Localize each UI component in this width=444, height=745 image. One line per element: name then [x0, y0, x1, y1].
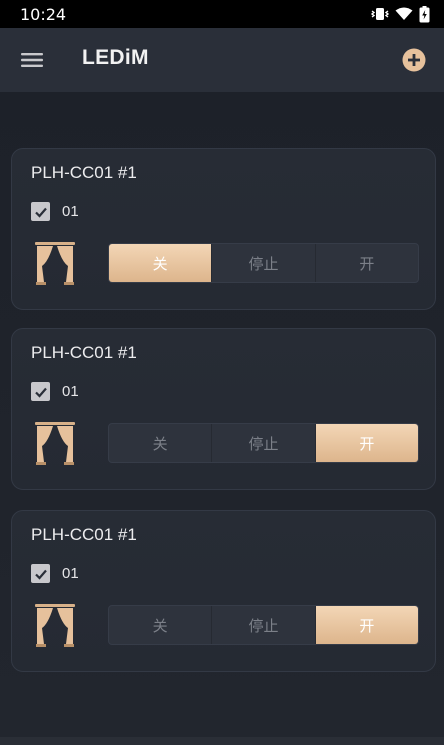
menu-button[interactable] [18, 48, 46, 72]
open-button[interactable]: 开 [315, 424, 418, 462]
navigation-bar [0, 737, 444, 745]
stop-button[interactable]: 停止 [212, 606, 316, 644]
curtain-card: PLH-CC01 #1 01 关 停止 开 [11, 148, 436, 310]
curtain-card: PLH-CC01 #1 01 关 停止 开 [11, 328, 436, 490]
channel-checkbox[interactable] [31, 382, 50, 401]
channel-row: 01 [31, 564, 79, 583]
checkmark-icon [34, 207, 47, 218]
hamburger-icon [21, 53, 43, 67]
curtain-icon [35, 604, 75, 647]
status-bar: 10:24 [0, 0, 444, 28]
status-icons [371, 5, 430, 23]
control-segment: 关 停止 开 [108, 605, 419, 645]
channel-label: 01 [62, 383, 79, 400]
checkmark-icon [34, 569, 47, 580]
wifi-icon [395, 7, 413, 20]
stop-button[interactable]: 停止 [212, 424, 316, 462]
close-button[interactable]: 关 [109, 244, 213, 282]
open-button[interactable]: 开 [316, 244, 418, 282]
device-title: PLH-CC01 #1 [31, 343, 137, 362]
add-circle-icon [402, 48, 426, 72]
add-button[interactable] [402, 48, 426, 72]
curtain-card: PLH-CC01 #1 01 关 停止 开 [11, 510, 436, 672]
stop-button[interactable]: 停止 [212, 244, 316, 282]
open-button[interactable]: 开 [315, 606, 418, 644]
curtain-icon [35, 422, 75, 465]
status-time: 10:24 [20, 4, 67, 24]
channel-checkbox[interactable] [31, 564, 50, 583]
control-segment: 关 停止 开 [108, 243, 419, 283]
vibrate-icon [371, 8, 389, 20]
channel-row: 01 [31, 202, 79, 221]
device-title: PLH-CC01 #1 [31, 525, 137, 544]
curtain-icon [35, 242, 75, 285]
control-segment: 关 停止 开 [108, 423, 419, 463]
device-list: PLH-CC01 #1 01 关 停止 开 PLH-CC01 #1 01 关 停… [0, 92, 444, 745]
checkmark-icon [34, 387, 47, 398]
close-button[interactable]: 关 [109, 424, 213, 462]
channel-label: 01 [62, 203, 79, 220]
channel-label: 01 [62, 565, 79, 582]
app-title: LEDiM [82, 46, 149, 69]
close-button[interactable]: 关 [109, 606, 213, 644]
battery-icon [419, 5, 430, 22]
channel-row: 01 [31, 382, 79, 401]
app-bar: LEDiM [0, 28, 444, 92]
channel-checkbox[interactable] [31, 202, 50, 221]
device-title: PLH-CC01 #1 [31, 163, 137, 182]
